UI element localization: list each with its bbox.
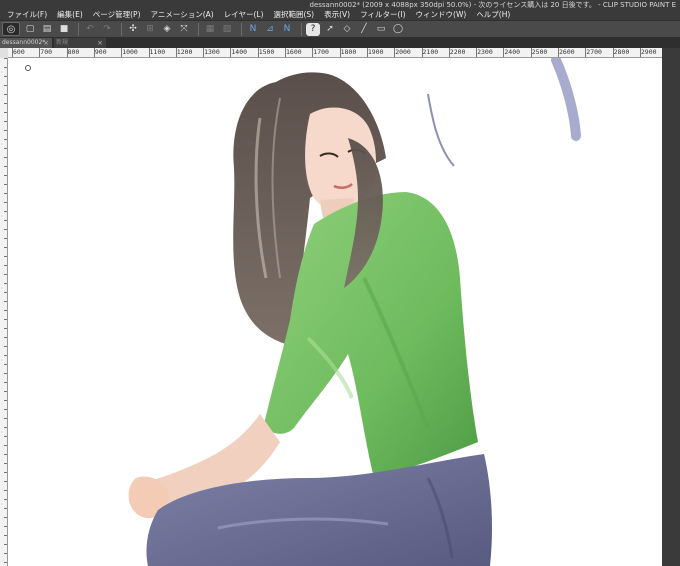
- ruler-icon[interactable]: ▧: [220, 23, 234, 36]
- move-icon[interactable]: ⤧: [177, 23, 191, 36]
- grid-icon[interactable]: ▦: [203, 23, 217, 36]
- ruler-tick-label: 2800: [613, 48, 630, 56]
- illustration: [128, 58, 581, 566]
- ruler-tick-label: 1100: [149, 48, 166, 56]
- menu-items: ファイル(F) 編集(E) ページ管理(P) アニメーション(A) レイヤー(L…: [2, 9, 515, 20]
- menu-layer[interactable]: レイヤー(L): [219, 9, 269, 20]
- toolbar-divider: [301, 22, 302, 36]
- ruler-tick-label: 700: [40, 48, 53, 56]
- ruler-tick-label: 2700: [586, 48, 602, 56]
- ruler-corner: [0, 48, 8, 58]
- redo-icon[interactable]: ↷: [100, 23, 114, 36]
- close-icon[interactable]: ×: [97, 38, 103, 48]
- save-icon[interactable]: ■: [57, 23, 71, 36]
- help-icon[interactable]: ?: [306, 22, 320, 36]
- tab-dessann0002[interactable]: dessann0002* ×: [0, 38, 52, 48]
- menu-view[interactable]: 表示(V): [319, 9, 355, 20]
- open-file-icon[interactable]: ▤: [40, 23, 54, 36]
- ruler-tick-label: 1900: [367, 48, 384, 56]
- command-toolbar: ◎ ▢ ▤ ■ ↶ ↷ ✣ ⊞ ◈ ⤧ ▦ ▧ N ⊿ N ? ➚ ◇ ╱ ▭ …: [0, 20, 680, 38]
- snap-grid-icon[interactable]: ⊿: [263, 23, 277, 36]
- drawing-canvas[interactable]: [8, 58, 662, 566]
- ruler-tick-label: 1400: [231, 48, 248, 56]
- menu-window[interactable]: ウィンドウ(W): [411, 9, 472, 20]
- menu-edit[interactable]: 編集(E): [52, 9, 88, 20]
- document-tab-bar: dessann0002* × 新規 ×: [0, 38, 680, 48]
- menu-file[interactable]: ファイル(F): [2, 9, 52, 20]
- menu-bar: dessann0002* (2009 x 4088px 350dpi 50.0%…: [0, 0, 680, 20]
- ruler-tick-label: 2100: [422, 48, 439, 56]
- ruler-tick-label: 2200: [449, 48, 466, 56]
- menu-help[interactable]: ヘルプ(H): [471, 9, 515, 20]
- toolbar-divider: [241, 22, 242, 36]
- close-icon[interactable]: ×: [43, 38, 49, 48]
- ruler-tick-label: 600: [13, 48, 25, 56]
- logo-icon[interactable]: ◎: [2, 22, 20, 36]
- line-icon[interactable]: ╱: [357, 23, 371, 36]
- snap-special-icon[interactable]: N: [280, 23, 294, 36]
- toolbar-divider: [121, 22, 122, 36]
- lasso-icon[interactable]: ◯: [391, 23, 405, 36]
- vertical-ruler: [0, 58, 8, 566]
- transform-icon[interactable]: ✣: [126, 23, 140, 36]
- right-panel: [662, 48, 680, 566]
- scale-icon[interactable]: ⊞: [143, 23, 157, 36]
- select-icon[interactable]: ➚: [323, 23, 337, 36]
- snap-ruler-icon[interactable]: N: [246, 23, 260, 36]
- tab-label: 新規: [56, 39, 69, 46]
- ruler-tick-label: 1700: [313, 48, 329, 56]
- ruler-tick-label: 900: [94, 48, 107, 56]
- menu-filter[interactable]: フィルター(I): [355, 9, 410, 20]
- new-file-icon[interactable]: ▢: [23, 23, 37, 36]
- ruler-tick-label: 2500: [531, 48, 548, 56]
- rect-icon[interactable]: ▭: [374, 23, 388, 36]
- ruler-tick-label: 1500: [258, 48, 275, 56]
- menu-page[interactable]: ページ管理(P): [88, 9, 146, 20]
- eraser-icon[interactable]: ◇: [340, 23, 354, 36]
- menu-selection[interactable]: 選択範囲(S): [269, 9, 320, 20]
- undo-icon[interactable]: ↶: [83, 23, 97, 36]
- fill-icon[interactable]: ◈: [160, 23, 174, 36]
- ruler-tick-label: 800: [67, 48, 80, 56]
- ruler-tick-label: 2400: [504, 48, 521, 56]
- ruler-tick-label: 1200: [176, 48, 193, 56]
- ruler-tick-label: 1600: [286, 48, 302, 56]
- ruler-tick-label: 1000: [122, 48, 138, 56]
- horizontal-ruler: 600 700 800 900 1000 1100 1200 1300 1400 1500 1600…: [8, 48, 662, 58]
- sketch-stroke: [551, 58, 581, 141]
- tab-new[interactable]: 新規 ×: [54, 38, 106, 48]
- ruler-tick-label: 1300: [204, 48, 220, 56]
- ruler-tick-label: 2300: [477, 48, 493, 56]
- sketch-stroke: [427, 93, 455, 167]
- toolbar-divider: [78, 22, 79, 36]
- menu-animation[interactable]: アニメーション(A): [146, 9, 219, 20]
- tab-label: dessann0002*: [2, 39, 46, 46]
- ruler-tick-label: 1800: [340, 48, 357, 56]
- toolbar-divider: [198, 22, 199, 36]
- ruler-tick-label: 2600: [559, 48, 575, 56]
- ruler-tick-label: 2000: [395, 48, 411, 56]
- ruler-tick-label: 2900: [640, 48, 657, 56]
